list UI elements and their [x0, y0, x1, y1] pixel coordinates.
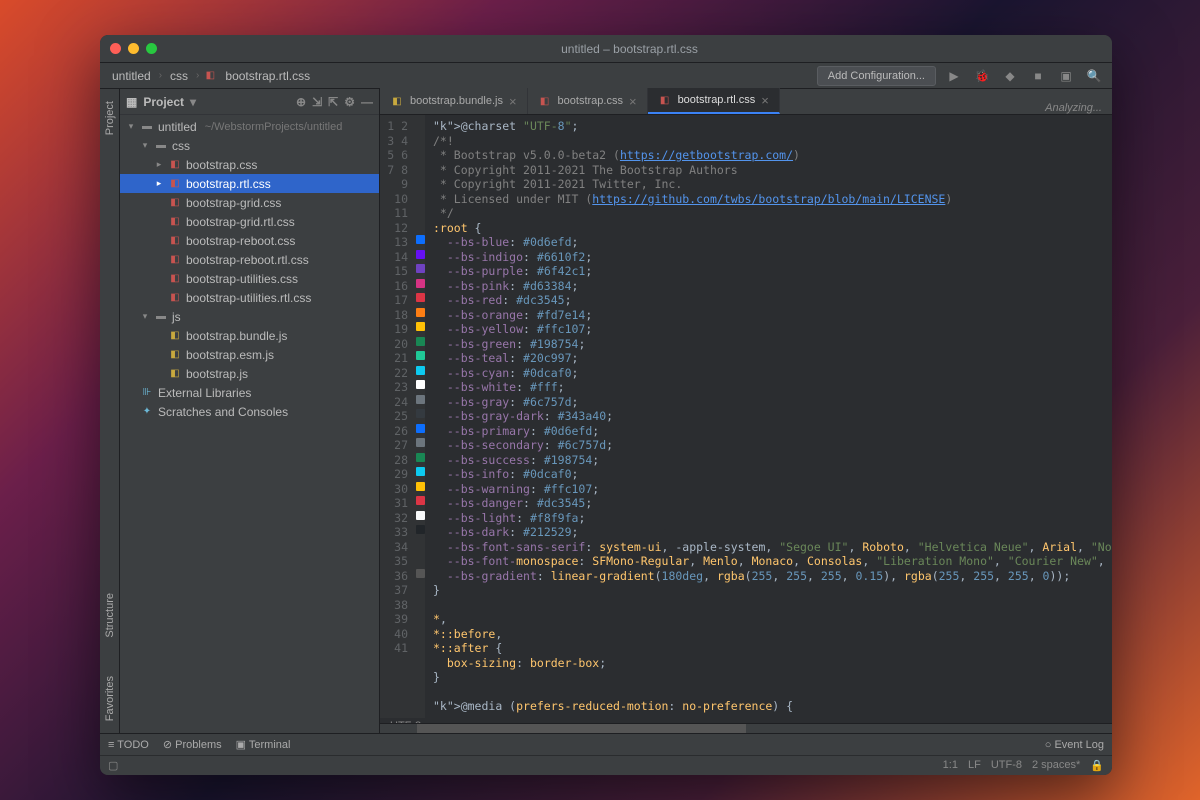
encoding-hint: UTF-8 — [380, 718, 1112, 724]
favorites-tool-button[interactable]: Favorites — [104, 672, 116, 725]
coverage-icon[interactable]: ◆ — [1000, 66, 1020, 86]
chevron-right-icon: › — [159, 70, 162, 81]
hide-icon[interactable]: — — [361, 95, 373, 109]
folder-icon: ▦ — [126, 95, 137, 109]
debug-icon[interactable]: 🐞 — [972, 66, 992, 86]
tree-node[interactable]: ◧bootstrap.js — [120, 364, 379, 383]
line-ending[interactable]: LF — [968, 759, 981, 772]
tree-node[interactable]: ◧bootstrap-utilities.css — [120, 269, 379, 288]
breadcrumb[interactable]: untitled — [108, 67, 155, 85]
tree-node[interactable]: ▾▬css — [120, 136, 379, 155]
close-window-icon[interactable] — [110, 43, 121, 54]
chevron-down-icon[interactable]: ▾ — [190, 95, 196, 109]
css-file-icon: ◧ — [203, 69, 217, 83]
close-tab-icon[interactable]: × — [761, 93, 769, 108]
breadcrumb[interactable]: bootstrap.rtl.css — [221, 67, 314, 85]
analyzing-status: Analyzing... — [1035, 102, 1112, 114]
tree-node[interactable]: ▸◧bootstrap.rtl.css — [120, 174, 379, 193]
minimize-window-icon[interactable] — [128, 43, 139, 54]
tree-node[interactable]: ◧bootstrap.bundle.js — [120, 326, 379, 345]
breadcrumb[interactable]: css — [166, 67, 192, 85]
editor-tab[interactable]: ◧bootstrap.rtl.css× — [648, 88, 780, 114]
todo-tool-button[interactable]: ≡ TODO — [108, 739, 149, 751]
css-file-icon: ◧ — [538, 94, 552, 108]
traffic-lights — [110, 43, 157, 54]
js-file-icon: ◧ — [390, 94, 404, 108]
lock-icon[interactable]: 🔒 — [1090, 759, 1104, 772]
color-gutter — [416, 115, 425, 718]
editor-tab[interactable]: ◧bootstrap.bundle.js× — [380, 88, 528, 114]
editor-tabs: ◧bootstrap.bundle.js×◧bootstrap.css×◧boo… — [380, 89, 1112, 115]
project-tool-button[interactable]: Project — [104, 97, 116, 139]
tree-node[interactable]: ▾▬js — [120, 307, 379, 326]
collapse-icon[interactable]: ⇱ — [328, 95, 338, 109]
expand-icon[interactable]: ⇲ — [312, 95, 322, 109]
file-encoding[interactable]: UTF-8 — [991, 759, 1022, 772]
tree-node[interactable]: ◧bootstrap-grid.css — [120, 193, 379, 212]
line-gutter: 1 2 3 4 5 6 7 8 9 10 11 12 13 14 15 16 1… — [380, 115, 416, 718]
source-code[interactable]: "k">@charset "UTF-8"; /*! * Bootstrap v5… — [425, 115, 1112, 718]
project-panel-title: Project — [143, 95, 184, 109]
status-bar: ▢ 1:1 LF UTF-8 2 spaces* 🔒 — [100, 755, 1112, 775]
tree-node[interactable]: ◧bootstrap-utilities.rtl.css — [120, 288, 379, 307]
status-icon[interactable]: ▢ — [108, 759, 118, 772]
add-configuration-button[interactable]: Add Configuration... — [817, 66, 936, 86]
window-title: untitled – bootstrap.rtl.css — [157, 42, 1102, 56]
horizontal-scrollbar[interactable] — [380, 723, 1112, 733]
run-icon[interactable]: ▶ — [944, 66, 964, 86]
event-log-button[interactable]: ○ Event Log — [1045, 739, 1104, 751]
project-sidebar: ▦ Project ▾ ⊕ ⇲ ⇱ ⚙ — ▾▬untitled~/Websto… — [120, 89, 380, 733]
tree-node[interactable]: ◧bootstrap-reboot.css — [120, 231, 379, 250]
tree-node[interactable]: ▸◧bootstrap.css — [120, 155, 379, 174]
zoom-window-icon[interactable] — [146, 43, 157, 54]
code-editor[interactable]: 1 2 3 4 5 6 7 8 9 10 11 12 13 14 15 16 1… — [380, 115, 1112, 723]
problems-tool-button[interactable]: ⊘ Problems — [163, 738, 222, 751]
search-icon[interactable]: 🔍 — [1084, 66, 1104, 86]
stop-icon[interactable]: ■ — [1028, 66, 1048, 86]
tree-node[interactable]: ◧bootstrap-reboot.rtl.css — [120, 250, 379, 269]
tree-node[interactable]: ◧bootstrap.esm.js — [120, 345, 379, 364]
titlebar: untitled – bootstrap.rtl.css — [100, 35, 1112, 63]
navigation-bar: untitled › css › ◧ bootstrap.rtl.css Add… — [100, 63, 1112, 89]
close-tab-icon[interactable]: × — [629, 94, 637, 109]
editor-tab[interactable]: ◧bootstrap.css× — [528, 88, 648, 114]
css-file-icon: ◧ — [658, 93, 672, 107]
tree-node[interactable]: ✦Scratches and Consoles — [120, 402, 379, 421]
gear-icon[interactable]: ⚙ — [344, 95, 355, 109]
indent-setting[interactable]: 2 spaces* — [1032, 759, 1080, 772]
tree-node[interactable]: ◧bootstrap-grid.rtl.css — [120, 212, 379, 231]
chevron-right-icon: › — [196, 70, 199, 81]
project-panel-header: ▦ Project ▾ ⊕ ⇲ ⇱ ⚙ — — [120, 89, 379, 115]
bottom-tool-bar: ≡ TODO ⊘ Problems ▣ Terminal ○ Event Log — [100, 733, 1112, 755]
tree-node[interactable]: ⊪External Libraries — [120, 383, 379, 402]
editor-area: ◧bootstrap.bundle.js×◧bootstrap.css×◧boo… — [380, 89, 1112, 733]
structure-tool-button[interactable]: Structure — [104, 589, 116, 642]
locate-icon[interactable]: ⊕ — [296, 95, 306, 109]
terminal-tool-button[interactable]: ▣ Terminal — [236, 738, 291, 751]
close-tab-icon[interactable]: × — [509, 94, 517, 109]
tree-node[interactable]: ▾▬untitled~/WebstormProjects/untitled — [120, 117, 379, 136]
cursor-position[interactable]: 1:1 — [943, 759, 958, 772]
ide-window: untitled – bootstrap.rtl.css untitled › … — [100, 35, 1112, 775]
layout-icon[interactable]: ▣ — [1056, 66, 1076, 86]
left-tool-rail: Project Structure Favorites — [100, 89, 120, 733]
file-tree: ▾▬untitled~/WebstormProjects/untitled▾▬c… — [120, 115, 379, 733]
